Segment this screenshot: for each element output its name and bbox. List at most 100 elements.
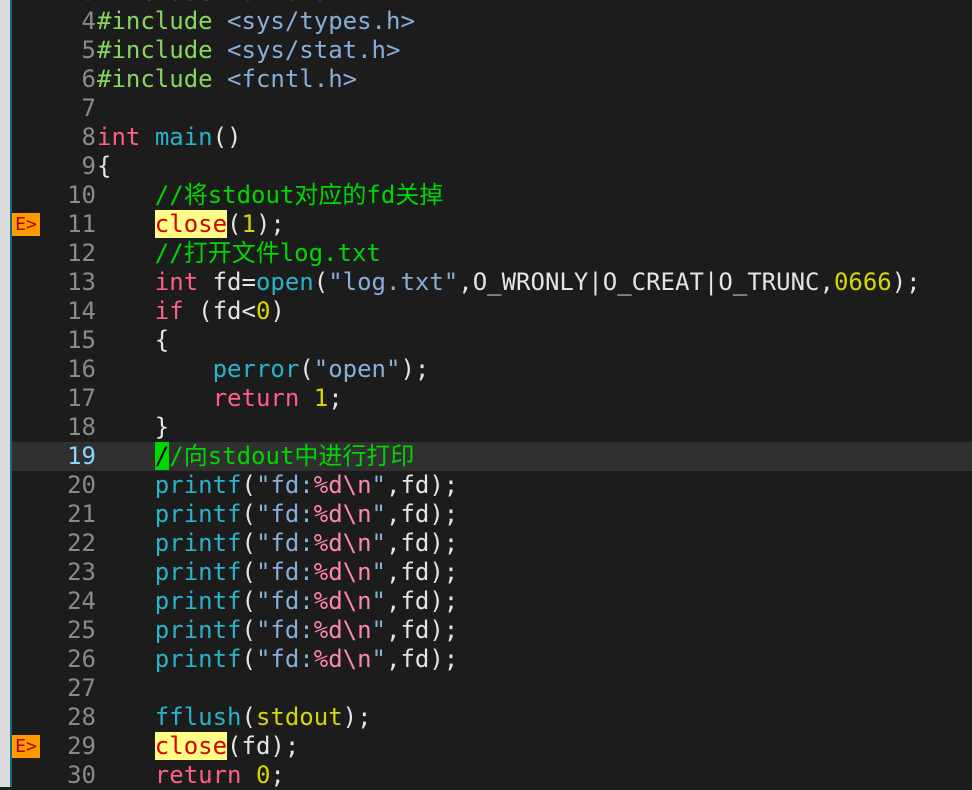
code-text[interactable]: printf("fd:%d\n",fd); bbox=[97, 471, 972, 500]
code-token: 1 bbox=[241, 210, 256, 238]
code-text[interactable]: #include <fcntl.h> bbox=[97, 65, 972, 94]
code-token: " bbox=[371, 529, 386, 557]
code-token: <unistd.h> bbox=[227, 0, 372, 6]
code-token: if bbox=[154, 297, 184, 325]
code-token: fflush bbox=[154, 703, 242, 731]
code-token: #include bbox=[97, 0, 213, 6]
line-number: 6 bbox=[81, 65, 96, 93]
line-number: 14 bbox=[67, 297, 96, 325]
code-token: printf bbox=[154, 558, 242, 586]
code-line[interactable]: 16 perror("open"); bbox=[12, 355, 972, 384]
code-text[interactable]: printf("fd:%d\n",fd); bbox=[97, 616, 972, 645]
code-line[interactable]: E> 29 close(fd); bbox=[12, 732, 972, 761]
code-line[interactable]: 9{ bbox=[12, 152, 972, 181]
code-text[interactable]: #include <sys/stat.h> bbox=[97, 36, 972, 65]
code-line[interactable]: 3#include <unistd.h> bbox=[12, 0, 972, 7]
code-line[interactable]: E> 11 close(1); bbox=[12, 210, 972, 239]
code-text[interactable]: return 1; bbox=[97, 384, 972, 413]
code-text[interactable]: if (fd<0) bbox=[97, 297, 972, 326]
code-line[interactable]: 23 printf("fd:%d\n",fd); bbox=[12, 558, 972, 587]
code-token: %d\n bbox=[313, 471, 372, 499]
code-token: <sys/types.h> bbox=[227, 7, 415, 35]
line-number: 20 bbox=[67, 471, 96, 499]
code-line[interactable]: 27 bbox=[12, 674, 972, 703]
code-line[interactable]: 18 } bbox=[12, 413, 972, 442]
code-line[interactable]: 17 return 1; bbox=[12, 384, 972, 413]
code-text[interactable]: printf("fd:%d\n",fd); bbox=[97, 529, 972, 558]
code-token: ; bbox=[328, 384, 343, 412]
code-token: " bbox=[371, 645, 386, 673]
code-text[interactable]: } bbox=[97, 413, 972, 442]
code-line[interactable]: 6 #include <fcntl.h> bbox=[12, 65, 972, 94]
code-text[interactable]: int fd=open("log.txt",O_WRONLY|O_CREAT|O… bbox=[97, 268, 972, 297]
code-text[interactable]: { bbox=[97, 152, 972, 181]
code-text[interactable]: printf("fd:%d\n",fd); bbox=[97, 645, 972, 674]
code-token: ,fd); bbox=[386, 587, 459, 615]
line-number: 25 bbox=[67, 616, 96, 644]
code-text[interactable]: close(1); bbox=[97, 210, 972, 239]
code-line[interactable]: 5 #include <sys/stat.h> bbox=[12, 36, 972, 65]
code-text[interactable]: printf("fd:%d\n",fd); bbox=[97, 500, 972, 529]
code-token: #include bbox=[97, 7, 213, 35]
line-number: 11 bbox=[67, 210, 96, 238]
code-line[interactable]: 13 int fd=open("log.txt",O_WRONLY|O_CREA… bbox=[12, 268, 972, 297]
code-line[interactable]: 28 fflush(stdout); bbox=[12, 703, 972, 732]
code-line[interactable]: 25 printf("fd:%d\n",fd); bbox=[12, 616, 972, 645]
code-editor[interactable]: 3#include <unistd.h>4#include <sys/types… bbox=[12, 0, 972, 790]
code-line[interactable]: 4 #include <sys/types.h> bbox=[12, 7, 972, 36]
code-text[interactable]: int main() bbox=[97, 123, 972, 152]
code-token: " bbox=[371, 500, 386, 528]
code-line[interactable]: 15 { bbox=[12, 326, 972, 355]
code-text[interactable]: { bbox=[97, 326, 972, 355]
code-token: (fd< bbox=[183, 297, 256, 325]
code-token: 0 bbox=[255, 297, 271, 325]
code-token: #include bbox=[97, 65, 213, 93]
code-line[interactable]: 19 //向stdout中进行打印 bbox=[12, 442, 972, 471]
line-number: 26 bbox=[67, 645, 96, 673]
code-text[interactable]: printf("fd:%d\n",fd); bbox=[97, 558, 972, 587]
code-token: ( bbox=[241, 471, 256, 499]
code-token: %d\n bbox=[313, 587, 372, 615]
code-token: ); bbox=[400, 355, 430, 383]
code-line[interactable]: 10 //将stdout对应的fd关掉 bbox=[12, 181, 972, 210]
code-line[interactable]: 30 return 0; bbox=[12, 761, 972, 790]
code-line[interactable]: 24 printf("fd:%d\n",fd); bbox=[12, 587, 972, 616]
code-line[interactable]: 14 if (fd<0) bbox=[12, 297, 972, 326]
code-line[interactable]: 22 printf("fd:%d\n",fd); bbox=[12, 529, 972, 558]
code-text[interactable]: #include <unistd.h> bbox=[97, 0, 972, 7]
code-token: return bbox=[154, 761, 242, 789]
code-text[interactable]: close(fd); bbox=[97, 732, 972, 761]
code-line[interactable]: 26 printf("fd:%d\n",fd); bbox=[12, 645, 972, 674]
code-text[interactable]: printf("fd:%d\n",fd); bbox=[97, 587, 972, 616]
code-token: "fd: bbox=[255, 616, 314, 644]
code-token: ); bbox=[891, 268, 921, 296]
code-text[interactable]: //将stdout对应的fd关掉 bbox=[97, 181, 972, 210]
code-token: " bbox=[371, 558, 386, 586]
code-line[interactable]: 8 int main() bbox=[12, 123, 972, 152]
code-token: ( bbox=[241, 558, 256, 586]
code-token: printf bbox=[154, 471, 242, 499]
error-sign-icon[interactable]: E> bbox=[12, 735, 40, 758]
error-sign-icon[interactable]: E> bbox=[12, 213, 40, 236]
code-line[interactable]: 12 //打开文件log.txt bbox=[12, 239, 972, 268]
code-text[interactable]: //打开文件log.txt bbox=[97, 239, 972, 268]
code-text[interactable]: fflush(stdout); bbox=[97, 703, 972, 732]
code-line[interactable]: 21 printf("fd:%d\n",fd); bbox=[12, 500, 972, 529]
code-token: ( bbox=[241, 645, 256, 673]
code-text[interactable]: perror("open"); bbox=[97, 355, 972, 384]
code-text[interactable]: return 0; bbox=[97, 761, 972, 790]
code-line[interactable]: 20 printf("fd:%d\n",fd); bbox=[12, 471, 972, 500]
code-line[interactable]: 7 bbox=[12, 94, 972, 123]
code-text[interactable]: #include <sys/types.h> bbox=[97, 7, 972, 36]
code-text[interactable]: //向stdout中进行打印 bbox=[97, 442, 972, 471]
